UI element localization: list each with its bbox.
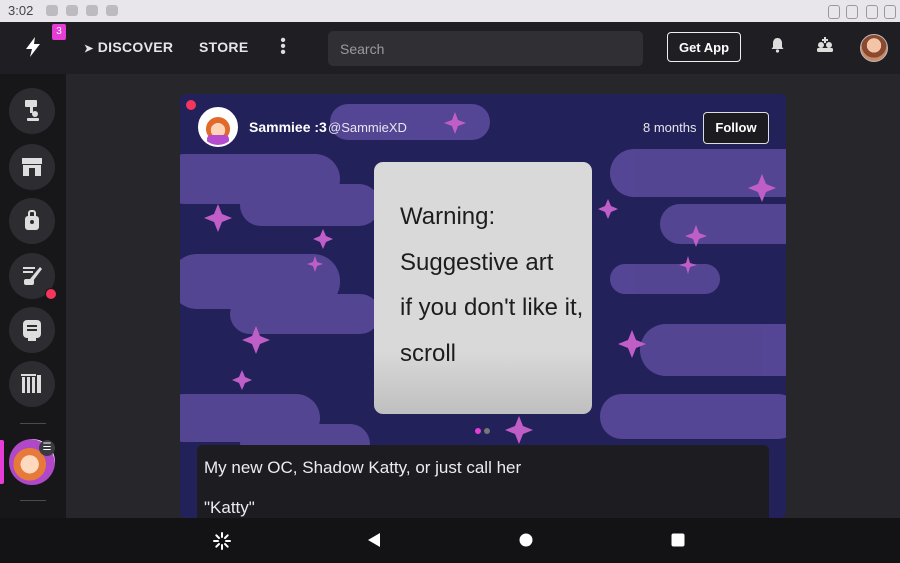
- post-time: 8 months: [643, 120, 697, 135]
- status-bar: 3:02: [0, 0, 900, 22]
- bell-icon[interactable]: [770, 37, 785, 58]
- store-icon[interactable]: [9, 144, 55, 190]
- add-friend-icon[interactable]: [816, 37, 834, 58]
- avatar-shirt: [207, 135, 229, 145]
- discover-label: DISCOVER: [97, 39, 174, 55]
- recents-icon[interactable]: [671, 533, 685, 552]
- bag-icon[interactable]: [9, 198, 55, 244]
- home-icon[interactable]: [9, 88, 55, 134]
- image-text-line: if you don't like it,: [400, 294, 584, 321]
- discover-link[interactable]: ➤ DISCOVER: [84, 39, 173, 55]
- wifi-icon: [866, 5, 878, 19]
- status-time: 3:02: [8, 3, 34, 18]
- author-avatar[interactable]: [198, 107, 238, 147]
- image-text-line: Warning:: [400, 203, 496, 230]
- pinwheel-icon[interactable]: [213, 532, 231, 555]
- battery-icon: [884, 5, 896, 19]
- sidebar-divider: [20, 423, 46, 424]
- follow-button[interactable]: Follow: [703, 112, 769, 144]
- caption-line: My new OC, Shadow Katty, or just call he…: [204, 458, 522, 477]
- notification-icon: [86, 5, 98, 16]
- android-nav-bar: [0, 518, 900, 563]
- post-card[interactable]: Sammiee :3 @SammieXD 8 months Follow War…: [180, 94, 786, 518]
- compass-icon: ➤: [84, 43, 94, 55]
- top-bar: 3 ➤ DISCOVER STORE ••• Get App: [0, 22, 900, 74]
- image-text-line: Suggestive art: [400, 249, 554, 276]
- home-circle-icon[interactable]: [519, 533, 533, 552]
- notification-icon: [66, 5, 78, 16]
- notification-icon: [46, 5, 58, 16]
- sidebar-divider: [20, 500, 46, 501]
- vibrate-icon: [846, 5, 858, 19]
- store-link[interactable]: STORE: [199, 39, 248, 55]
- notification-badge: 3: [52, 24, 66, 40]
- pager-dot-active[interactable]: [475, 428, 481, 434]
- back-icon[interactable]: [367, 532, 381, 553]
- caption-line: "Katty": [204, 498, 255, 517]
- post-caption[interactable]: My new OC, Shadow Katty, or just call he…: [197, 445, 769, 518]
- lightning-logo-icon[interactable]: [22, 36, 44, 58]
- get-app-button[interactable]: Get App: [667, 32, 741, 62]
- bluetooth-icon: [828, 5, 840, 19]
- search-input[interactable]: [328, 31, 643, 66]
- image-text-line: scroll: [400, 340, 457, 367]
- unread-dot: [186, 100, 196, 110]
- chat-icon[interactable]: [9, 307, 55, 353]
- library-icon[interactable]: [9, 361, 55, 407]
- notification-icon: [106, 5, 118, 16]
- menu-icon[interactable]: ☰: [39, 440, 55, 456]
- author-handle[interactable]: @SammieXD: [328, 120, 407, 135]
- active-indicator: [0, 440, 4, 484]
- user-avatar[interactable]: [860, 34, 888, 62]
- notification-dot: [45, 288, 57, 300]
- sidebar: ☰: [0, 74, 66, 518]
- post-image[interactable]: Warning: Suggestive art if you don't lik…: [374, 162, 592, 414]
- author-name[interactable]: Sammiee :3: [249, 119, 327, 135]
- more-menu-icon[interactable]: • • •: [279, 33, 287, 61]
- carousel-pager: [472, 426, 494, 436]
- pager-dot[interactable]: [484, 428, 490, 434]
